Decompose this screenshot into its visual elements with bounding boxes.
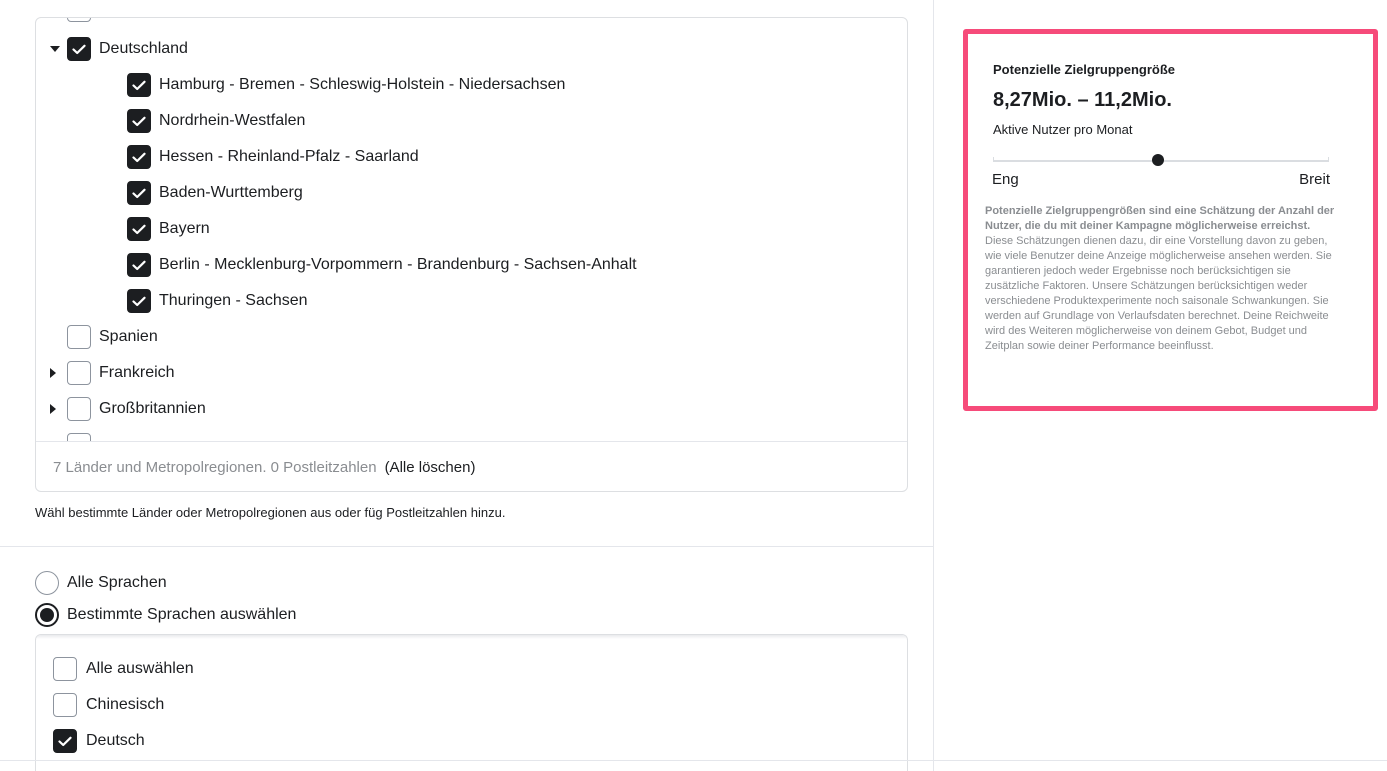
disclaimer-body: Diese Schätzungen dienen dazu, dir eine … bbox=[985, 235, 1332, 352]
location-label: Spanien bbox=[99, 328, 158, 345]
location-label: Baden-Wurttemberg bbox=[159, 184, 303, 201]
location-label: Hessen - Rheinland-Pfalz - Saarland bbox=[159, 148, 419, 165]
meter-tick bbox=[993, 157, 994, 162]
location-row-grossbritannien[interactable]: Großbritannien bbox=[50, 391, 206, 427]
location-row-hessen[interactable]: Hessen - Rheinland-Pfalz - Saarland bbox=[127, 139, 419, 175]
audience-title: Potenzielle Zielgruppengröße bbox=[993, 62, 1176, 77]
radio-button[interactable] bbox=[35, 603, 59, 627]
divider bbox=[0, 546, 933, 547]
checkbox[interactable] bbox=[53, 693, 77, 717]
location-selector: Deutschland Hamburg - Bremen - Schleswig… bbox=[35, 17, 908, 492]
location-row-thuringen[interactable]: Thuringen - Sachsen bbox=[127, 283, 308, 319]
audience-meter bbox=[993, 154, 1329, 166]
location-row-hamburg[interactable]: Hamburg - Bremen - Schleswig-Holstein - … bbox=[127, 67, 565, 103]
audience-disclaimer: Potenzielle Zielgruppengrößen sind eine … bbox=[985, 204, 1340, 354]
radio-label: Alle Sprachen bbox=[67, 574, 167, 591]
checkbox[interactable] bbox=[67, 37, 91, 61]
checkbox[interactable] bbox=[127, 109, 151, 133]
checkbox[interactable] bbox=[67, 18, 91, 22]
caret-down-icon[interactable] bbox=[50, 46, 60, 52]
meter-knob bbox=[1151, 154, 1164, 166]
location-label: Hamburg - Bremen - Schleswig-Holstein - … bbox=[159, 76, 566, 93]
checkbox[interactable] bbox=[53, 657, 77, 681]
audience-range: 8,27Mio. – 11,2Mio. bbox=[993, 89, 1172, 111]
location-label: Frankreich bbox=[99, 364, 175, 381]
meter-min-label: Eng bbox=[992, 171, 1019, 188]
targeting-column: Deutschland Hamburg - Bremen - Schleswig… bbox=[0, 0, 933, 771]
caret-right-icon[interactable] bbox=[50, 368, 56, 378]
language-row-chinesisch[interactable]: Chinesisch bbox=[53, 690, 164, 720]
language-label: Deutsch bbox=[86, 732, 145, 749]
language-row-select-all[interactable]: Alle auswählen bbox=[53, 654, 194, 684]
clear-all-link[interactable]: (Alle löschen) bbox=[385, 459, 476, 476]
disclaimer-heading: Potenzielle Zielgruppengrößen sind eine … bbox=[985, 205, 1335, 232]
location-row-partial[interactable] bbox=[67, 427, 91, 441]
checkbox[interactable] bbox=[127, 217, 151, 241]
location-row-bw[interactable]: Baden-Wurttemberg bbox=[127, 175, 303, 211]
checkbox[interactable] bbox=[127, 73, 151, 97]
location-row-frankreich[interactable]: Frankreich bbox=[50, 355, 175, 391]
location-label: Großbritannien bbox=[99, 400, 206, 417]
language-list[interactable]: Alle auswählen Chinesisch Deutsch bbox=[35, 634, 908, 771]
meter-max-label: Breit bbox=[1299, 171, 1330, 188]
checkbox[interactable] bbox=[67, 361, 91, 385]
location-footer: 7 Länder und Metropolregionen. 0 Postlei… bbox=[36, 441, 907, 491]
location-summary: 7 Länder und Metropolregionen. 0 Postlei… bbox=[53, 459, 377, 476]
radio-button[interactable] bbox=[35, 571, 59, 595]
checkbox[interactable] bbox=[127, 145, 151, 169]
location-list[interactable]: Deutschland Hamburg - Bremen - Schleswig… bbox=[36, 18, 907, 441]
column-divider bbox=[933, 0, 934, 771]
checkbox[interactable] bbox=[67, 433, 91, 441]
language-label: Alle auswählen bbox=[86, 660, 194, 677]
radio-all-languages[interactable]: Alle Sprachen bbox=[35, 570, 167, 596]
bottom-divider bbox=[0, 760, 1387, 761]
audience-size-card: Potenzielle Zielgruppengröße 8,27Mio. – … bbox=[963, 29, 1378, 411]
audience-subtitle: Aktive Nutzer pro Monat bbox=[993, 122, 1133, 137]
location-row-deutschland[interactable]: Deutschland bbox=[50, 31, 188, 67]
checkbox[interactable] bbox=[127, 181, 151, 205]
checkbox[interactable] bbox=[53, 729, 77, 753]
scroll-shadow bbox=[36, 635, 907, 639]
location-row-spanien[interactable]: Spanien bbox=[67, 319, 158, 355]
location-row-bayern[interactable]: Bayern bbox=[127, 211, 210, 247]
caret-right-icon[interactable] bbox=[50, 404, 56, 414]
meter-tick bbox=[1328, 157, 1329, 162]
location-row-partial[interactable] bbox=[67, 18, 91, 28]
checkbox[interactable] bbox=[67, 397, 91, 421]
language-label: Chinesisch bbox=[86, 696, 165, 713]
location-label: Berlin - Mecklenburg-Vorpommern - Brande… bbox=[159, 256, 637, 273]
checkbox[interactable] bbox=[127, 253, 151, 277]
language-row-deutsch[interactable]: Deutsch bbox=[53, 726, 145, 756]
location-row-nrw[interactable]: Nordrhein-Westfalen bbox=[127, 103, 305, 139]
location-row-berlin[interactable]: Berlin - Mecklenburg-Vorpommern - Brande… bbox=[127, 247, 637, 283]
location-label: Deutschland bbox=[99, 40, 188, 57]
checkbox[interactable] bbox=[67, 325, 91, 349]
radio-specific-languages[interactable]: Bestimmte Sprachen auswählen bbox=[35, 602, 296, 628]
location-helper-text: Wähl bestimmte Länder oder Metropolregio… bbox=[35, 505, 506, 520]
location-label: Thuringen - Sachsen bbox=[159, 292, 308, 309]
location-label: Bayern bbox=[159, 220, 210, 237]
location-label: Nordrhein-Westfalen bbox=[159, 112, 306, 129]
radio-label: Bestimmte Sprachen auswählen bbox=[67, 606, 297, 623]
checkbox[interactable] bbox=[127, 289, 151, 313]
